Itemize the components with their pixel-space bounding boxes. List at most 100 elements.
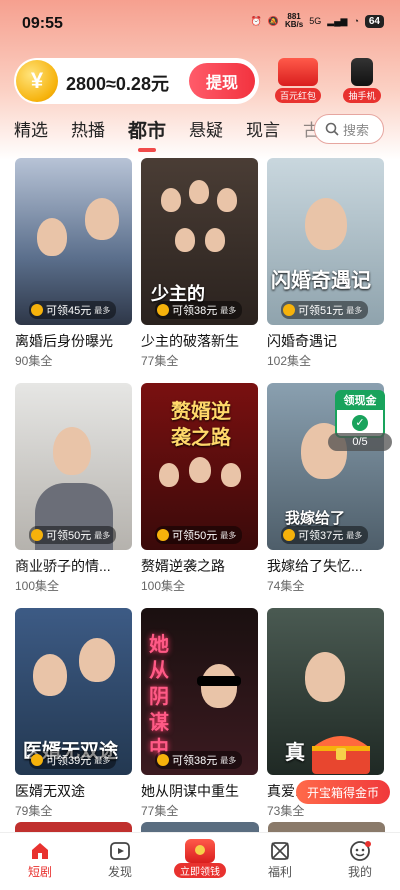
promo-label-phone: 抽手机 (343, 88, 381, 103)
drama-poster: 可领45元 最多 (15, 158, 132, 325)
treasure-chest-icon[interactable] (306, 728, 376, 776)
drama-title: 医婿无双途 (15, 783, 85, 799)
signal-5g: 5G (309, 16, 322, 26)
coin-icon (283, 304, 295, 316)
home-icon (32, 843, 48, 859)
badge-progress: 0/5 (328, 433, 392, 451)
nav-wode[interactable]: 我的 (320, 833, 400, 890)
reward-tag: 可领38元 最多 (155, 301, 243, 319)
drama-title: 少主的破落新生 (141, 333, 239, 349)
drama-episodes: 100集全 (141, 579, 186, 593)
coin-icon (31, 304, 43, 316)
tab-dushi[interactable]: 都市 (128, 116, 166, 152)
drama-card[interactable]: 可领45元 最多 离婚后身份曝光 90集全 (15, 158, 132, 369)
reward-tag: 可领45元 最多 (29, 301, 117, 319)
drama-poster: 她从阴谋中 可领38元 最多 (141, 608, 258, 775)
drama-title: 离婚后身份曝光 (15, 333, 113, 349)
withdraw-button[interactable]: 提现 (189, 63, 255, 99)
gift-icon (271, 842, 289, 860)
nav-label: 发现 (107, 865, 132, 879)
red-envelope-icon (278, 58, 318, 86)
reward-tag: 可领51元 最多 (281, 301, 369, 319)
drama-title: 她从阴谋中重生 (141, 783, 239, 799)
next-row-preview (15, 822, 385, 832)
status-icons: ⏰ 🔕 881 KB/s 5G ▂▄▆ ◔ 64 (251, 13, 384, 29)
poster-overlay-title: 我嫁给了 (285, 510, 346, 527)
phone-icon (351, 58, 373, 86)
poster-overlay-title: 赘婿逆袭之路 (171, 401, 231, 449)
nav-claim-money[interactable]: 立即领钱 (160, 833, 240, 890)
drama-episodes: 102集全 (267, 354, 312, 368)
poster-overlay-title: 真 (285, 742, 305, 764)
drama-title: 我嫁给了失忆... (267, 558, 363, 574)
wifi-icon: ◔ (353, 16, 359, 26)
coin-icon (157, 529, 169, 541)
drama-poster: 医婿无双途 可领39元 最多 (15, 608, 132, 775)
drama-episodes: 74集全 (267, 579, 305, 593)
network-speed: 881 KB/s (284, 12, 304, 29)
drama-card[interactable]: 赘婿逆袭之路 可领50元 最多 赘婿逆袭之路 100集全 (141, 383, 258, 594)
drama-card[interactable]: 闪婚奇遇记 可领51元 最多 闪婚奇遇记 102集全 (267, 158, 384, 369)
nav-label: 短剧 (27, 865, 52, 879)
drama-title: 赘婿逆袭之路 (141, 558, 225, 574)
drama-card[interactable]: 她从阴谋中 可领38元 最多 她从阴谋中重生 77集全 (141, 608, 258, 819)
drama-poster: 赘婿逆袭之路 可领50元 最多 (141, 383, 258, 550)
coin-icon (31, 529, 43, 541)
category-tabs: 精选 热播 都市 悬疑 现言 古 (14, 116, 320, 152)
promo-label-red-envelope: 百元红包 (274, 88, 321, 103)
drama-episodes: 73集全 (267, 804, 305, 818)
drama-title: 商业骄子的情... (15, 558, 111, 574)
red-envelope-icon (185, 839, 215, 863)
poster-overlay-title: 她从阴谋中 (149, 634, 169, 760)
poster-overlay-title: 闪婚奇遇记 (271, 270, 371, 292)
coin-icon (283, 529, 295, 541)
alarm-icon: ⏰ (250, 15, 262, 26)
drama-episodes: 77集全 (141, 354, 179, 368)
tab-xuanyi[interactable]: 悬疑 (189, 116, 223, 146)
drama-card[interactable]: 少主的 可领38元 最多 少主的破落新生 77集全 (141, 158, 258, 369)
drama-card[interactable]: 医婿无双途 可领39元 最多 医婿无双途 79集全 (15, 608, 132, 819)
tab-jingxuan[interactable]: 精选 (14, 116, 48, 146)
coin-balance-bar[interactable]: ¥ 2800≈0.28元 提现 (14, 58, 259, 104)
tab-rebo[interactable]: 热播 (71, 116, 105, 146)
drama-episodes: 90集全 (15, 354, 53, 368)
coin-icon (31, 754, 43, 766)
reward-tag: 可领38元 最多 (155, 751, 243, 769)
search-box[interactable]: 搜索 (314, 114, 384, 144)
drama-title: 闪婚奇遇记 (267, 333, 337, 349)
badge-label: 领现金 (335, 390, 385, 410)
drama-episodes: 79集全 (15, 804, 53, 818)
drama-poster: 可领50元 最多 (15, 383, 132, 550)
reward-tag: 可领50元 最多 (29, 526, 117, 544)
battery-icon: 64 (364, 14, 384, 28)
search-placeholder: 搜索 (343, 122, 370, 138)
nav-duanju[interactable]: 短剧 (0, 833, 80, 890)
drama-poster: 少主的 可领38元 最多 (141, 158, 258, 325)
signal-icon: ▂▄▆ (327, 15, 348, 26)
coin-icon: ¥ (16, 60, 58, 102)
reward-tag: 可领39元 最多 (29, 751, 117, 769)
phone-lottery-promo[interactable]: 抽手机 (334, 58, 390, 103)
drama-card[interactable]: 可领50元 最多 商业骄子的情... 100集全 (15, 383, 132, 594)
status-time: 09:55 (22, 15, 63, 32)
mute-icon: 🔕 (267, 15, 279, 26)
tab-xianyan[interactable]: 现言 (246, 116, 280, 146)
reward-tag: 可领37元 最多 (281, 526, 369, 544)
open-treasure-button[interactable]: 开宝箱得金币 (296, 780, 390, 804)
red-envelope-promo[interactable]: 百元红包 (270, 58, 326, 103)
bottom-nav: 短剧 发现 立即领钱 福利 我的 (0, 832, 400, 890)
play-icon (110, 842, 130, 860)
nav-label: 福利 (267, 865, 292, 879)
drama-episodes: 77集全 (141, 804, 179, 818)
coin-balance-text: 2800≈0.28元 (66, 74, 169, 94)
nav-label: 立即领钱 (174, 863, 226, 878)
coin-icon (157, 754, 169, 766)
coin-icon (157, 304, 169, 316)
search-icon (325, 122, 339, 136)
drama-grid: 可领45元 最多 离婚后身份曝光 90集全 少主的 可领38元 最多 少主的破落新生… (15, 158, 385, 819)
nav-faxian[interactable]: 发现 (80, 833, 160, 890)
drama-episodes: 100集全 (15, 579, 60, 593)
drama-poster: 闪婚奇遇记 可领51元 最多 (267, 158, 384, 325)
nav-fuli[interactable]: 福利 (240, 833, 320, 890)
nav-label: 我的 (347, 865, 372, 879)
